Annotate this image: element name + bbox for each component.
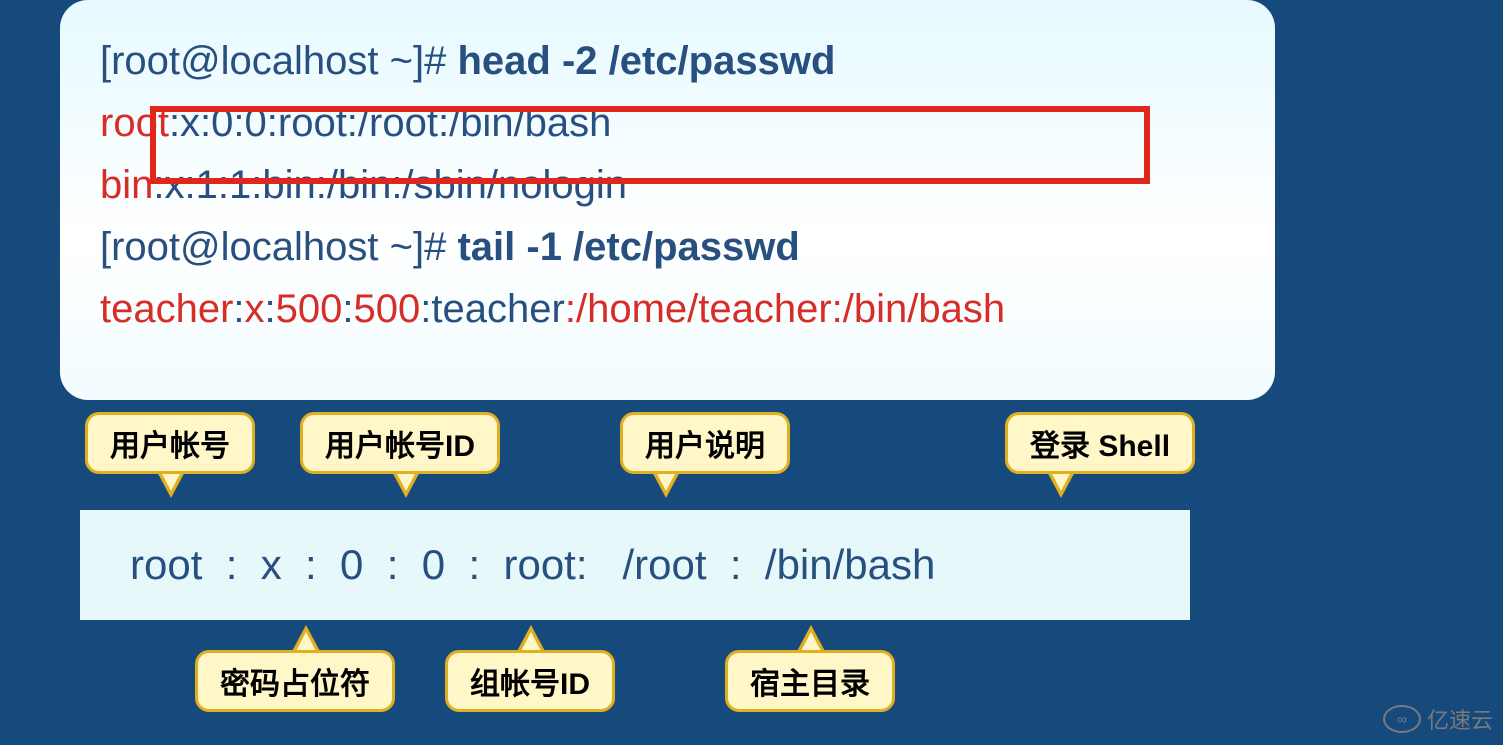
teacher-f1: teacher [100,287,233,331]
watermark-text: 亿速云 [1427,703,1493,735]
terminal-card: [root@localhost ~]# head -2 /etc/passwd … [60,0,1275,400]
teacher-f4: 500 [354,287,421,331]
teacher-s5: : [565,287,576,331]
terminal-line-teacher: teacher:x:500:500:teacher:/home/teacher:… [100,278,1235,340]
teacher-f3: 500 [276,287,343,331]
teacher-s2: : [265,287,276,331]
watermark-logo-icon: ∞ [1383,705,1421,733]
callout-login-shell: 登录 Shell [1005,412,1195,474]
highlight-box [150,106,1150,184]
field-breakdown-text: root : x : 0 : 0 : root: /root : /bin/ba… [130,541,935,589]
teacher-f5: teacher [431,287,564,331]
watermark: ∞ 亿速云 [1383,703,1493,735]
teacher-f6: /home/teacher [576,287,832,331]
teacher-s4: : [420,287,431,331]
teacher-s1: : [233,287,244,331]
teacher-f7: /bin/bash [843,287,1005,331]
field-breakdown-strip: root : x : 0 : 0 : root: /root : /bin/ba… [80,510,1190,620]
callout-password: 密码占位符 [195,650,395,712]
callout-home-dir: 宿主目录 [725,650,895,712]
callout-user-account-id: 用户帐号ID [300,412,500,474]
callout-user-account: 用户帐号 [85,412,255,474]
callout-group-id: 组帐号ID [445,650,615,712]
teacher-f2: x [245,287,265,331]
teacher-s6: : [832,287,843,331]
callout-user-desc: 用户说明 [620,412,790,474]
terminal-line-1: [root@localhost ~]# head -2 /etc/passwd [100,30,1235,92]
slide-root: [root@localhost ~]# head -2 /etc/passwd … [0,0,1503,745]
terminal-line-2: [root@localhost ~]# tail -1 /etc/passwd [100,216,1235,278]
bin-username: bin [100,163,153,207]
prompt-1: [root@localhost ~]# [100,39,457,83]
teacher-s3: : [342,287,353,331]
command-2: tail -1 /etc/passwd [457,225,799,269]
command-1: head -2 /etc/passwd [457,39,835,83]
prompt-2: [root@localhost ~]# [100,225,457,269]
